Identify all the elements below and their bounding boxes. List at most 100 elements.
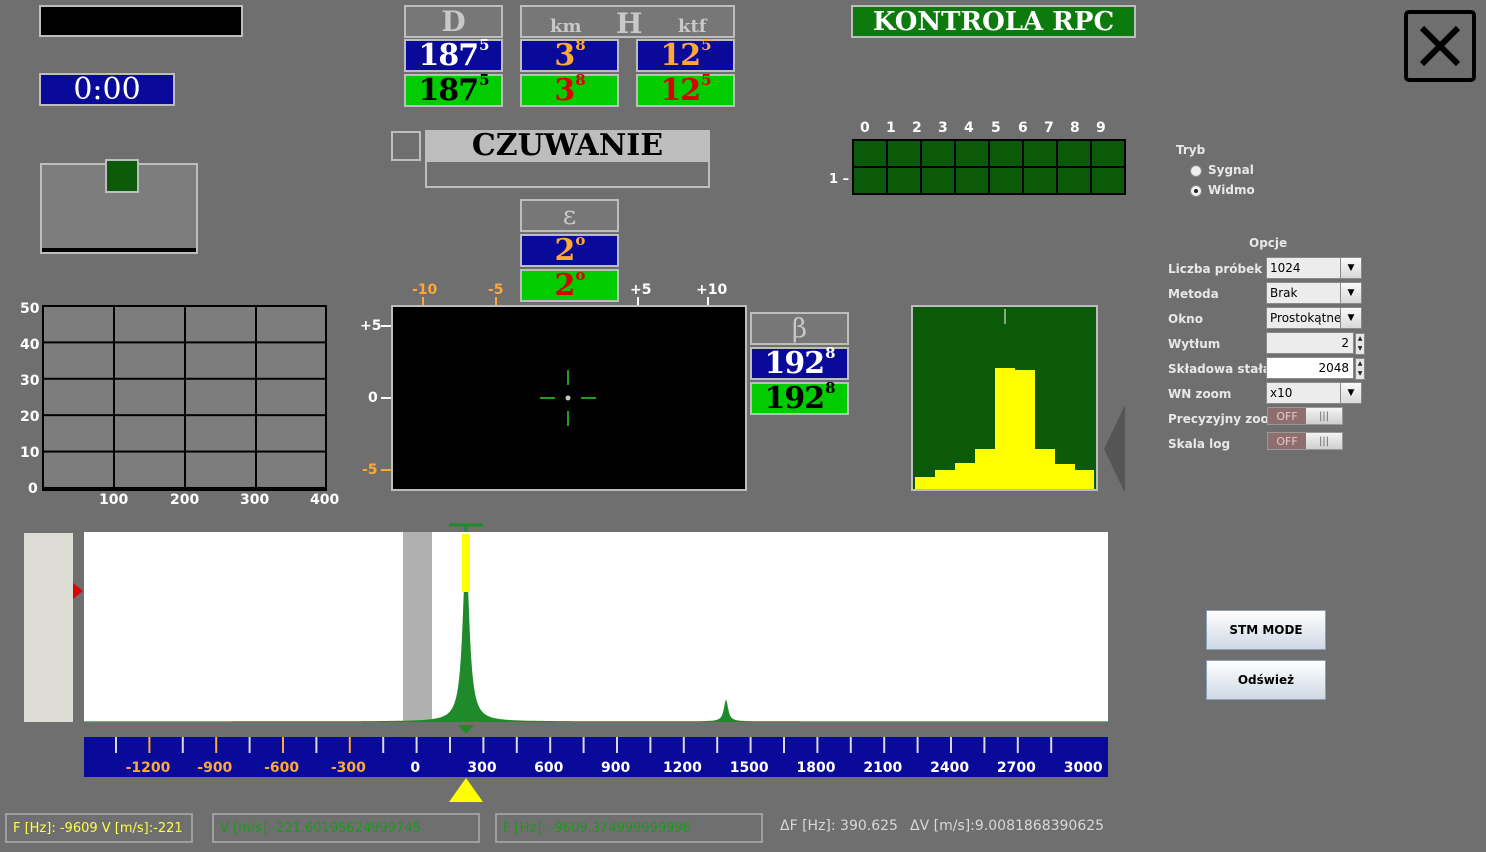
status-checkbox[interactable] (391, 131, 421, 161)
zoom-histogram-bars (915, 309, 1094, 489)
spinner-value: 2048 (1318, 361, 1349, 375)
status-fv: F [Hz]: -9609 V [m/s]:-221 (5, 813, 193, 843)
samples-select[interactable]: 1024 ▼ (1266, 257, 1362, 279)
scope-y-tick: 0 (368, 390, 378, 406)
scale-label: 2400 (930, 760, 969, 776)
scope-x-tick: -5 (488, 282, 504, 298)
scale-label: 3000 (1064, 760, 1103, 776)
options-title: Opcje (1249, 236, 1288, 250)
y-tick: 50 (20, 301, 40, 317)
d-value-blue: 187 5 (404, 38, 503, 72)
panel-collapse-arrow[interactable] (1104, 405, 1125, 493)
digit-col-label: 7 (1044, 120, 1054, 136)
digit-col-label: 5 (991, 120, 1001, 136)
spectrum-level-bar[interactable] (24, 533, 73, 722)
method-select[interactable]: Brak ▼ (1266, 282, 1362, 304)
chevron-down-icon: ▼ (1340, 308, 1361, 328)
spectrum-peak-highlight (462, 534, 470, 592)
level-baseline (42, 248, 196, 252)
select-value: 1024 (1270, 261, 1301, 275)
position-marker[interactable] (449, 778, 483, 802)
digit-grid-header: 0 1 2 3 4 5 6 7 8 9 (852, 120, 1110, 138)
status-delta-f: ΔF [Hz]: 390.625 (780, 818, 898, 834)
scale-label: 1200 (663, 760, 702, 776)
toggle-state: OFF (1268, 433, 1306, 449)
h-unit-km: km (550, 16, 582, 37)
mode-option-label: Sygnal (1208, 163, 1254, 177)
dc-component-spinner[interactable]: 2048 ▲ ▼ (1266, 357, 1365, 380)
radio-dot (1194, 189, 1198, 193)
level-indicator-box (40, 159, 198, 254)
select-value: x10 (1270, 386, 1293, 400)
d-header: D (404, 5, 503, 38)
scale-label: 600 (534, 760, 563, 776)
top-left-display (39, 5, 243, 37)
precise-zoom-toggle[interactable]: OFF ||| (1267, 407, 1343, 425)
spectrum-gray-band (403, 532, 432, 722)
y-tick: 40 (20, 337, 40, 353)
select-value: Brak (1270, 286, 1298, 300)
option-label: Metoda (1168, 287, 1219, 301)
scale-label: -600 (264, 760, 299, 776)
toggle-state: OFF (1268, 408, 1306, 424)
digit-col-label: 3 (938, 120, 948, 136)
radio-icon (1190, 165, 1202, 177)
close-button[interactable] (1404, 10, 1476, 82)
scale-label: 0 (410, 760, 420, 776)
scope-display (391, 305, 747, 491)
refresh-button[interactable]: Odśwież (1206, 660, 1326, 700)
digit-grid-row-label: 1 – (829, 172, 850, 187)
scope-y-tick: +5 (360, 318, 382, 334)
mode-option-sygnal[interactable]: Sygnal (1190, 163, 1310, 179)
x-tick: 300 (240, 492, 270, 508)
damping-spinner[interactable]: 2 ▲ ▼ (1266, 332, 1365, 355)
x-tick: 100 (99, 492, 129, 508)
spinner-arrows-icon[interactable]: ▲ ▼ (1355, 333, 1365, 355)
h-ktf-value-blue: 12 5 (636, 38, 735, 72)
close-icon (1419, 25, 1461, 67)
wn-zoom-select[interactable]: x10 ▼ (1266, 382, 1362, 404)
small-grid (42, 305, 327, 491)
d-value-green: 187 5 (404, 73, 503, 107)
chevron-down-icon: ▼ (1340, 258, 1361, 278)
scope-x-tick: +5 (630, 282, 652, 298)
spectrum-peak-markers (449, 523, 483, 532)
digit-col-label: 1 (886, 120, 896, 136)
status-delta-v: ΔV [m/s]:9.0081868390625 (910, 818, 1105, 834)
stm-mode-button[interactable]: STM MODE (1206, 610, 1326, 650)
scale-label: 2100 (863, 760, 902, 776)
h-km-value-green: 38 (520, 73, 619, 107)
option-label: Liczba próbek (1168, 262, 1263, 276)
toggle-grip-icon: ||| (1306, 433, 1342, 449)
spectrum-plot[interactable] (84, 532, 1108, 722)
mode-option-label: Widmo (1208, 183, 1255, 197)
beta-value-green: 192 8 (750, 381, 849, 415)
log-scale-toggle[interactable]: OFF ||| (1267, 432, 1343, 450)
mode-title: Tryb (1176, 143, 1206, 157)
scope-x-tick: +10 (696, 282, 728, 298)
window-select[interactable]: Prostokątne ▼ (1266, 307, 1362, 329)
spectrum-graph (84, 532, 1108, 722)
spectrum-bottom-marker (458, 725, 474, 734)
eps-value-blue: 2o (520, 233, 619, 267)
mode-option-widmo[interactable]: Widmo (1190, 183, 1310, 199)
option-label: WN zoom (1168, 387, 1232, 401)
option-label: Składowa stała (1168, 362, 1271, 376)
level-green-marker (105, 159, 139, 193)
spinner-arrows-icon[interactable]: ▲ ▼ (1355, 358, 1365, 380)
frequency-scale-ticks: -1200 -900 -600 -300 0 300 600 900 1200 1500 1800 2… (115, 737, 1103, 776)
y-tick: 0 (28, 481, 38, 497)
scale-label: 1800 (797, 760, 836, 776)
spectrum-level-marker[interactable] (73, 583, 83, 599)
scale-label: 900 (601, 760, 630, 776)
crosshair-icon (540, 370, 596, 426)
scope-y-tick: -5 (362, 462, 378, 478)
timer-display: 0:00 (39, 72, 175, 107)
frequency-scale: -1200 -900 -600 -300 0 300 600 900 1200 1500 1800 2… (84, 737, 1108, 777)
status-f-precise: F [Hz]: -9609.374999999996 (495, 813, 763, 843)
scale-label: -900 (197, 760, 232, 776)
zoom-histogram (911, 305, 1098, 491)
y-tick: 20 (20, 409, 40, 425)
h-ktf-value-green: 12 5 (636, 73, 735, 107)
toggle-grip-icon: ||| (1306, 408, 1342, 424)
